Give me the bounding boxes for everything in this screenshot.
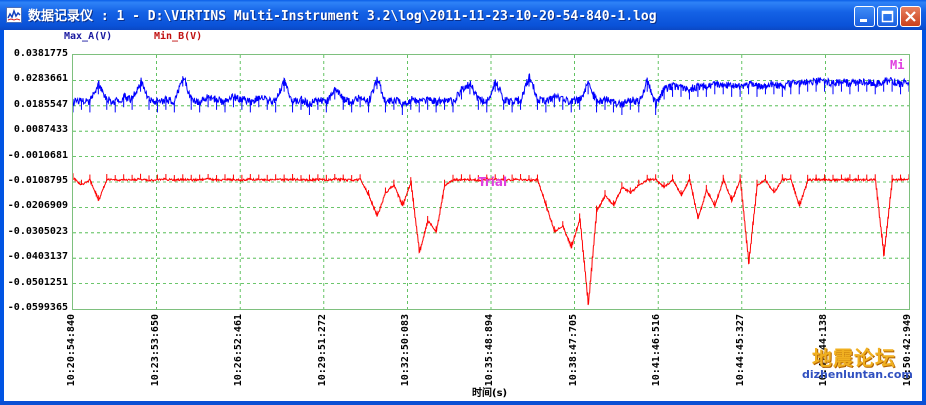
y-tick-label: -0.0010681 <box>7 149 68 161</box>
close-icon <box>905 11 916 22</box>
close-button[interactable] <box>900 6 921 27</box>
x-tick-label: 10:29:51:272 <box>316 314 328 387</box>
maximize-button[interactable] <box>877 6 898 27</box>
x-tick-label: 10:23:53:650 <box>149 314 161 387</box>
y-tick-label: -0.0599365 <box>7 302 68 313</box>
chart-window-icon[interactable] <box>6 7 22 23</box>
minimize-button[interactable] <box>854 6 875 27</box>
x-tick-label: 10:26:52:461 <box>233 314 245 387</box>
maximize-icon <box>881 10 894 23</box>
data-logger-window: 数据记录仪 : 1 - D:\VIRTINS Multi-Instrument … <box>0 0 926 405</box>
title-bar[interactable]: 数据记录仪 : 1 - D:\VIRTINS Multi-Instrument … <box>0 0 926 30</box>
watermark-url: dizhenluntan.com <box>802 368 913 381</box>
y-tick-label: -0.0206909 <box>7 200 68 212</box>
y-tick-label: -0.0305023 <box>7 225 68 237</box>
y-tick-label: -0.0108795 <box>7 175 68 186</box>
y-tick-label: -0.0501251 <box>7 276 68 288</box>
x-axis-label: 时间(s) <box>472 388 508 399</box>
y-tick-label: 0.0381775 <box>13 48 68 59</box>
x-tick-label: 10:32:50:083 <box>400 314 412 387</box>
legend-max-a: Max_A(V) <box>64 31 113 42</box>
minimize-icon <box>860 19 867 22</box>
chart-client-area: Max_A(V) Min_B(V) 0.0381775 0.0283661 0.01… <box>4 30 922 401</box>
x-tick-label: 10:20:54:840 <box>66 314 77 387</box>
y-tick-label: -0.0403137 <box>7 251 68 263</box>
x-tick-label: 10:38:47:705 <box>567 314 579 387</box>
legend-min-b: Min_B(V) <box>154 31 203 42</box>
window-title: 数据记录仪 : 1 - D:\VIRTINS Multi-Instrument … <box>28 9 657 24</box>
y-tick-label: 0.0087433 <box>13 124 68 136</box>
annotation-trial: Trial <box>478 175 508 189</box>
watermark-logo-text: 地震论坛 <box>812 346 896 370</box>
y-tick-label: 0.0283661 <box>13 73 68 85</box>
y-tick-label: 0.0185547 <box>13 98 68 110</box>
x-tick-label: 10:35:48:894 <box>484 314 495 387</box>
x-tick-label: 10:41:46:516 <box>651 314 663 387</box>
annotation-mi: Mi <box>890 58 905 72</box>
window-bottom-border <box>0 401 926 405</box>
x-tick-label: 10:44:45:327 <box>734 314 746 387</box>
